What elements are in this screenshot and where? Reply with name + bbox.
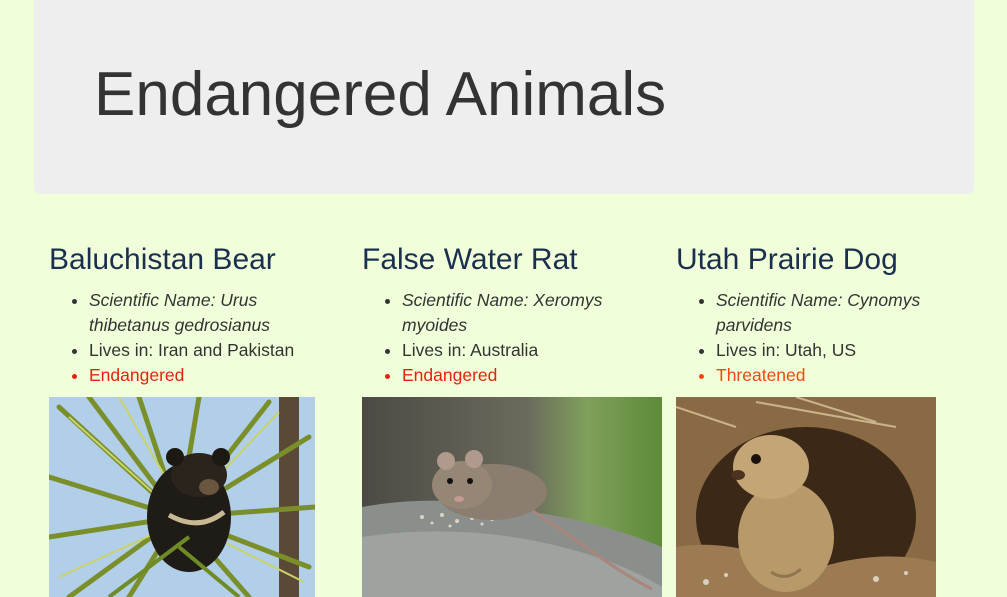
rat-on-rock-icon: [362, 397, 662, 597]
animal-facts-list: Scientific Name: Urus thibetanus gedrosi…: [49, 288, 339, 388]
animal-facts-list: Scientific Name: Xeromys myoides Lives i…: [362, 288, 652, 388]
status-label: Endangered: [89, 363, 339, 388]
rat-photo: [362, 397, 662, 597]
habitat: Lives in: Iran and Pakistan: [89, 338, 339, 363]
habitat: Lives in: Australia: [402, 338, 652, 363]
scientific-name: Scientific Name: Urus thibetanus gedrosi…: [89, 288, 339, 338]
bear-photo: [49, 397, 315, 597]
bear-in-palm-tree-icon: [49, 397, 315, 597]
prairie-dog-photo: [676, 397, 936, 597]
scientific-name: Scientific Name: Xeromys myoides: [402, 288, 652, 338]
habitat: Lives in: Utah, US: [716, 338, 966, 363]
animal-name: Utah Prairie Dog: [676, 243, 898, 276]
scientific-name: Scientific Name: Cynomys parvidens: [716, 288, 966, 338]
page-title: Endangered Animals: [94, 60, 667, 129]
status-label: Threatened: [716, 363, 966, 388]
animal-card-utah-prairie-dog: Utah Prairie Dog Scientific Name: Cynomy…: [676, 242, 966, 388]
animal-card-baluchistan-bear: Baluchistan Bear Scientific Name: Urus t…: [49, 242, 339, 388]
animal-name: Baluchistan Bear: [49, 243, 276, 276]
header-jumbotron: Endangered Animals: [34, 0, 974, 194]
status-label: Endangered: [402, 363, 652, 388]
prairie-dog-at-burrow-icon: [676, 397, 936, 597]
animal-name: False Water Rat: [362, 243, 578, 276]
animal-facts-list: Scientific Name: Cynomys parvidens Lives…: [676, 288, 966, 388]
animal-card-false-water-rat: False Water Rat Scientific Name: Xeromys…: [362, 242, 652, 388]
